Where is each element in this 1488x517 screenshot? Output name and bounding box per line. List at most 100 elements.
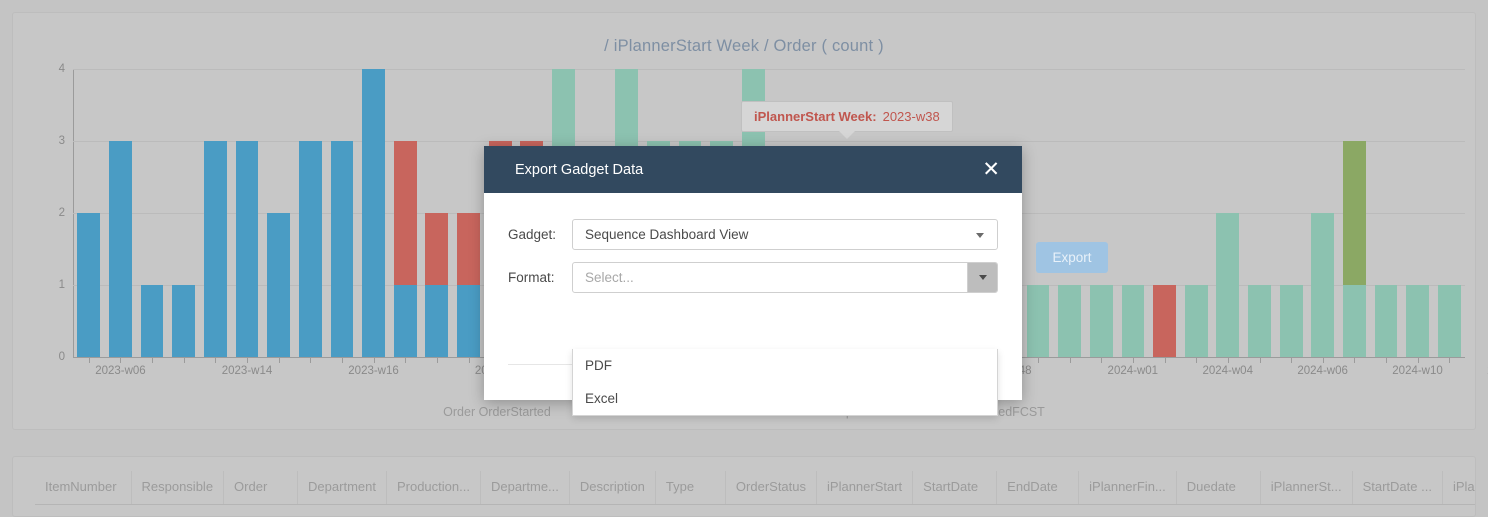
y-axis-tick-label: 1 [58,279,65,291]
table-header-cell[interactable]: iPlannerSt... [1260,471,1353,505]
table-header-cell[interactable]: Departme... [480,471,570,505]
bar-stack [1216,213,1240,357]
table-header-cell[interactable]: Order [223,471,299,505]
bar-stack [393,141,417,357]
dialog-header: Export Gadget Data ✕ [484,146,1022,193]
bar-segment [362,69,385,357]
x-axis-tick [453,357,485,363]
bar-slot[interactable] [1275,69,1307,357]
bar-slot[interactable] [326,69,358,357]
x-axis-tick [231,357,263,363]
bar-slot[interactable] [1180,69,1212,357]
gadget-label: Gadget: [508,227,557,242]
bar-slot[interactable] [358,69,390,357]
bar-segment [109,141,132,357]
data-table-scroll[interactable]: ItemNumber Responsible Order Department Prod… [35,471,1475,516]
export-button[interactable]: Export [1036,242,1108,273]
legend-item[interactable]: Order OrderStarted [443,405,551,419]
bar-slot[interactable] [263,69,295,357]
table-header-cell[interactable]: OrderStatus [725,471,818,505]
chart-title: / iPlannerStart Week / Order ( count ) [604,37,884,55]
bar-stack [140,285,164,357]
format-label: Format: [508,270,555,285]
gadget-select[interactable]: Sequence Dashboard View [572,219,998,250]
bar-stack [1121,285,1145,357]
table-header-cell[interactable]: Duedate [1176,471,1261,505]
table-header-cell[interactable]: iPlannerFin... [1442,471,1475,505]
table-header-cell[interactable]: StartDate [912,471,998,505]
bar-segment [1437,285,1461,357]
bar-slot[interactable] [168,69,200,357]
table-header-cell[interactable]: EndDate [996,471,1080,505]
format-option[interactable]: PDF [573,349,997,382]
bar-stack [1026,285,1050,357]
y-axis-tick-label: 3 [58,135,65,147]
data-table: ItemNumber Responsible Order Department Prod… [35,471,1475,505]
bar-slot[interactable] [294,69,326,357]
bar-stack [1248,285,1271,357]
bar-stack [1153,285,1176,357]
table-header-cell[interactable]: Type [655,471,726,505]
bar-segment [1279,285,1303,357]
bar-slot[interactable] [1244,69,1276,357]
x-axis-tick [200,357,232,363]
table-header-row: ItemNumber Responsible Order Department Prod… [35,471,1475,505]
bar-slot[interactable] [453,69,485,357]
x-axis-tick [326,357,358,363]
bar-stack [330,141,354,357]
bar-segment [1026,285,1050,357]
close-icon[interactable]: ✕ [978,157,1004,182]
bar-segment [330,141,354,357]
table-header-cell[interactable]: iPlannerStart [816,471,914,505]
x-axis-tick [1086,357,1118,363]
bar-slot[interactable] [231,69,263,357]
bar-segment [1248,285,1271,357]
bar-stack [1374,285,1398,357]
bar-slot[interactable] [1370,69,1402,357]
bar-segment [298,141,322,357]
bar-slot[interactable] [1307,69,1339,357]
x-axis-tick [1212,357,1244,363]
bar-slot[interactable] [421,69,453,357]
bar-slot[interactable] [1054,69,1086,357]
table-header-cell[interactable]: Responsible [131,471,225,505]
tooltip-label: iPlannerStart Week: [754,109,877,124]
x-axis-label: 2024-w01 [1107,365,1159,377]
table-header-cell[interactable]: StartDate ... [1352,471,1443,505]
format-field-row: Format: Select... [508,262,998,293]
chart-tooltip: iPlannerStart Week: 2023-w38 [741,101,953,139]
format-dropdown-toggle[interactable] [967,263,997,292]
table-header-cell[interactable]: Description [569,471,656,505]
x-axis-tick [1402,357,1434,363]
bar-segment [457,285,480,357]
x-axis-label: 2023-w14 [221,365,273,377]
bar-slot[interactable] [389,69,421,357]
bar-slot[interactable] [200,69,232,357]
bar-slot[interactable] [1212,69,1244,357]
bar-slot[interactable] [105,69,137,357]
bar-slot[interactable] [1339,69,1371,357]
table-header-cell[interactable]: Production... [386,471,481,505]
format-select[interactable]: Select... [572,262,998,293]
table-header-cell[interactable]: iPlannerFin... [1078,471,1177,505]
format-option[interactable]: Excel [573,382,997,415]
bar-segment [1184,285,1208,357]
gadget-select-value: Sequence Dashboard View [585,227,749,242]
bar-segment [267,213,291,357]
bar-slot[interactable] [1402,69,1434,357]
bar-segment [77,213,101,357]
bar-slot[interactable] [1022,69,1054,357]
bar-slot[interactable] [1149,69,1181,357]
table-header-cell[interactable]: Department [297,471,387,505]
bar-slot[interactable] [73,69,105,357]
table-header-cell[interactable]: ItemNumber [35,471,132,505]
y-axis-tick-label: 2 [58,207,65,219]
bar-slot[interactable] [1117,69,1149,357]
format-options-list[interactable]: PDF Excel [572,349,998,416]
bar-slot[interactable] [1086,69,1118,357]
bar-slot[interactable] [1434,69,1466,357]
x-axis-tick [1244,357,1276,363]
y-axis-tick-label: 4 [58,63,65,75]
x-axis-label: 2024-w10 [1392,365,1443,377]
bar-slot[interactable] [136,69,168,357]
